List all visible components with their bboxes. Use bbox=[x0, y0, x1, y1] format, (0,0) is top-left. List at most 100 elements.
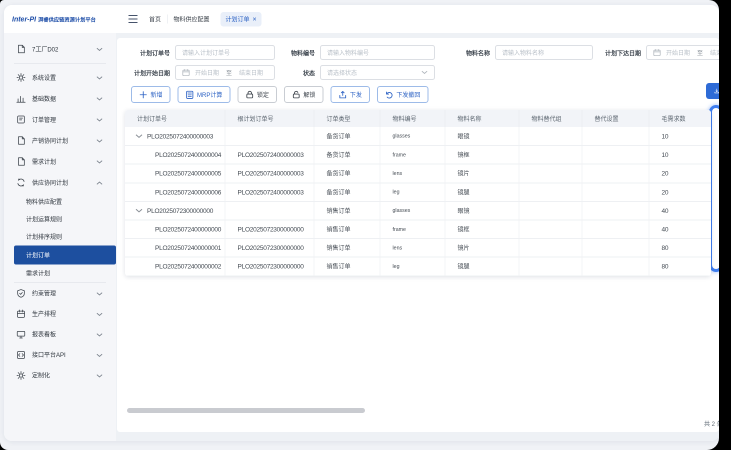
filter-label-material-name: 物料名称 bbox=[466, 49, 490, 58]
chevron-icon bbox=[96, 352, 103, 359]
table-row[interactable]: PLO2025072400000003备货订单glasses眼镜10 bbox=[125, 127, 711, 146]
sidebar-subitem-计划运算规则[interactable]: 计划运算规则 bbox=[4, 211, 116, 229]
锁定-button[interactable]: 锁定 bbox=[237, 86, 277, 103]
horizontal-scrollbar[interactable] bbox=[127, 408, 365, 413]
sidebar-item-生产排程[interactable]: 生产排程 bbox=[4, 304, 116, 325]
table-row[interactable]: PLO2025072400000001PLO2025072300000000销售… bbox=[125, 239, 711, 258]
chevron-icon bbox=[96, 117, 103, 124]
gear-icon bbox=[16, 73, 26, 83]
column-header-毛需求数: 毛需求数 bbox=[649, 110, 711, 127]
table-row[interactable]: PLO2025072400000002PLO2025072300000000销售… bbox=[125, 257, 711, 276]
doc-icon bbox=[16, 136, 26, 146]
plan-order-table-card: 计划订单号根计划订单号订单类型物料编号物料名称物料替代组替代设置毛需求数 PLO… bbox=[125, 110, 711, 276]
doc-icon bbox=[16, 157, 26, 167]
下发撤回-button[interactable]: 下发撤回 bbox=[377, 86, 429, 103]
column-header-订单类型: 订单类型 bbox=[314, 110, 380, 127]
sidebar: 7工厂D02 系统设置基础数据订单管理产销协同计划需求计划供应协同计划 物料供应… bbox=[4, 33, 116, 441]
order-icon bbox=[16, 115, 26, 125]
expand-icon[interactable] bbox=[135, 133, 143, 139]
chevron-icon bbox=[96, 159, 103, 166]
table-row[interactable]: PLO2025072400000005PLO2025072400000003备货… bbox=[125, 164, 711, 183]
chevron-icon bbox=[96, 138, 103, 145]
sidebar-subitem-需求计划[interactable]: 需求计划 bbox=[4, 265, 116, 283]
export-button[interactable]: 导出 bbox=[706, 83, 719, 99]
tab-plan-order[interactable]: 计划订单× bbox=[221, 12, 262, 27]
plan-order-table: 计划订单号根计划订单号订单类型物料编号物料名称物料替代组替代设置毛需求数 PLO… bbox=[125, 110, 711, 276]
release-date-range[interactable]: 开始日期至结束日期 bbox=[646, 45, 719, 60]
brand-logo: Inter-PI湃睿供应链资源计划平台 bbox=[4, 15, 116, 24]
解锁-button[interactable]: 解锁 bbox=[284, 86, 324, 103]
plus-icon bbox=[139, 90, 148, 99]
sidebar-item-接口平台API[interactable]: 接口平台API bbox=[4, 345, 116, 366]
sidebar-item-需求计划[interactable]: 需求计划 bbox=[4, 151, 116, 172]
sidebar-subitem-计划排序规则[interactable]: 计划排序规则 bbox=[4, 228, 116, 246]
column-header-物料编号: 物料编号 bbox=[380, 110, 445, 127]
sidebar-item-约束管理[interactable]: 约束管理 bbox=[4, 283, 116, 304]
main-area: 计划订单号 请输入计划订单号 物料编号 请输入物料编号 物料名称 请输入物料名称… bbox=[116, 33, 719, 441]
sidebar-item-定制化[interactable]: 定制化 bbox=[4, 365, 116, 386]
sidebar-item-报表看板[interactable]: 报表看板 bbox=[4, 324, 116, 345]
filter-label-material-code: 物料编号 bbox=[291, 49, 315, 58]
tab-home[interactable]: 首页 bbox=[143, 15, 167, 24]
app-canvas: Inter-PI湃睿供应链资源计划平台 首页 物料供应配置 计划订单× 7工厂D… bbox=[0, 0, 719, 450]
calendar-icon bbox=[16, 309, 26, 319]
chevron-icon bbox=[96, 75, 103, 82]
toolbar: 新增 MRP计算锁定解锁下发下发撤回 bbox=[131, 86, 428, 103]
sidebar-item-基础数据[interactable]: 基础数据 bbox=[4, 88, 116, 109]
plan-order-no-input[interactable]: 请输入计划订单号 bbox=[175, 45, 275, 60]
filter-label-status: 状态 bbox=[303, 69, 315, 78]
mrp-icon bbox=[186, 90, 195, 99]
unlock-icon bbox=[292, 90, 301, 99]
chevron-icon bbox=[96, 373, 103, 380]
undo-icon bbox=[385, 90, 394, 99]
start-date-range[interactable]: 开始日期至结束日期 bbox=[175, 65, 275, 80]
filter-label-plan-order-no: 计划订单号 bbox=[140, 49, 170, 58]
table-row[interactable]: PLO2025072400000004PLO2025072400000003备货… bbox=[125, 146, 711, 165]
calendar-icon bbox=[653, 49, 661, 57]
product-name: 湃睿供应链资源计划平台 bbox=[38, 17, 96, 23]
sidebar-subitem-计划订单[interactable]: 计划订单 bbox=[14, 246, 116, 265]
chevron-down-icon bbox=[96, 47, 103, 54]
table-row[interactable]: PLO2025072400000000PLO2025072300000000销售… bbox=[125, 220, 711, 239]
下发-button[interactable]: 下发 bbox=[330, 86, 370, 103]
sync-icon bbox=[16, 178, 26, 188]
MRP计算-button[interactable]: MRP计算 bbox=[178, 86, 231, 103]
column-header-替代设置: 替代设置 bbox=[582, 110, 649, 127]
expand-icon[interactable] bbox=[135, 208, 143, 214]
material-code-input[interactable]: 请输入物料编号 bbox=[320, 45, 435, 60]
filter-label-start-date: 计划开始日期 bbox=[134, 69, 170, 78]
gear-icon bbox=[16, 370, 26, 380]
column-header-物料替代组: 物料替代组 bbox=[519, 110, 582, 127]
table-row[interactable]: PLO2025072400000006PLO2025072400000003备货… bbox=[125, 183, 711, 202]
top-header: Inter-PI湃睿供应链资源计划平台 首页 物料供应配置 计划订单× bbox=[4, 5, 719, 33]
chevron-down-icon bbox=[421, 70, 428, 75]
filter-label-release-date: 计划下达日期 bbox=[605, 49, 641, 58]
table-row[interactable]: PLO2025072300000000销售订单glasses眼镜40 bbox=[125, 201, 711, 220]
close-icon[interactable]: × bbox=[253, 17, 257, 22]
calendar-icon bbox=[182, 69, 190, 77]
app-window: Inter-PI湃睿供应链资源计划平台 首页 物料供应配置 计划订单× 7工厂D… bbox=[4, 5, 719, 441]
sidebar-factory[interactable]: 7工厂D02 bbox=[4, 38, 116, 60]
send-icon bbox=[338, 90, 347, 99]
column-header-物料名称: 物料名称 bbox=[445, 110, 519, 127]
sidebar-item-订单管理[interactable]: 订单管理 bbox=[4, 109, 116, 130]
status-select[interactable]: 请选择状态 bbox=[320, 65, 435, 80]
sidebar-item-产销协同计划[interactable]: 产销协同计划 bbox=[4, 130, 116, 151]
content-panel: 计划订单号 请输入计划订单号 物料编号 请输入物料编号 物料名称 请输入物料名称… bbox=[117, 38, 719, 432]
column-header-根计划订单号: 根计划订单号 bbox=[225, 110, 314, 127]
新增-button[interactable]: 新增 bbox=[131, 86, 171, 103]
chevron-icon bbox=[96, 311, 103, 318]
chart-icon bbox=[16, 94, 26, 104]
chevron-icon bbox=[96, 291, 103, 298]
tab-material-config[interactable]: 物料供应配置 bbox=[168, 15, 216, 24]
hamburger-icon[interactable] bbox=[128, 15, 138, 24]
chevron-icon bbox=[96, 180, 103, 187]
monitor-icon bbox=[16, 329, 26, 339]
material-name-input[interactable]: 请输入物料名称 bbox=[495, 45, 593, 60]
lock-icon bbox=[245, 90, 254, 99]
chevron-icon bbox=[96, 332, 103, 339]
factory-icon bbox=[16, 44, 26, 54]
sidebar-item-系统设置[interactable]: 系统设置 bbox=[4, 67, 116, 88]
sidebar-item-供应协同计划[interactable]: 供应协同计划 bbox=[4, 172, 116, 193]
sidebar-subitem-物料供应配置[interactable]: 物料供应配置 bbox=[4, 193, 116, 211]
